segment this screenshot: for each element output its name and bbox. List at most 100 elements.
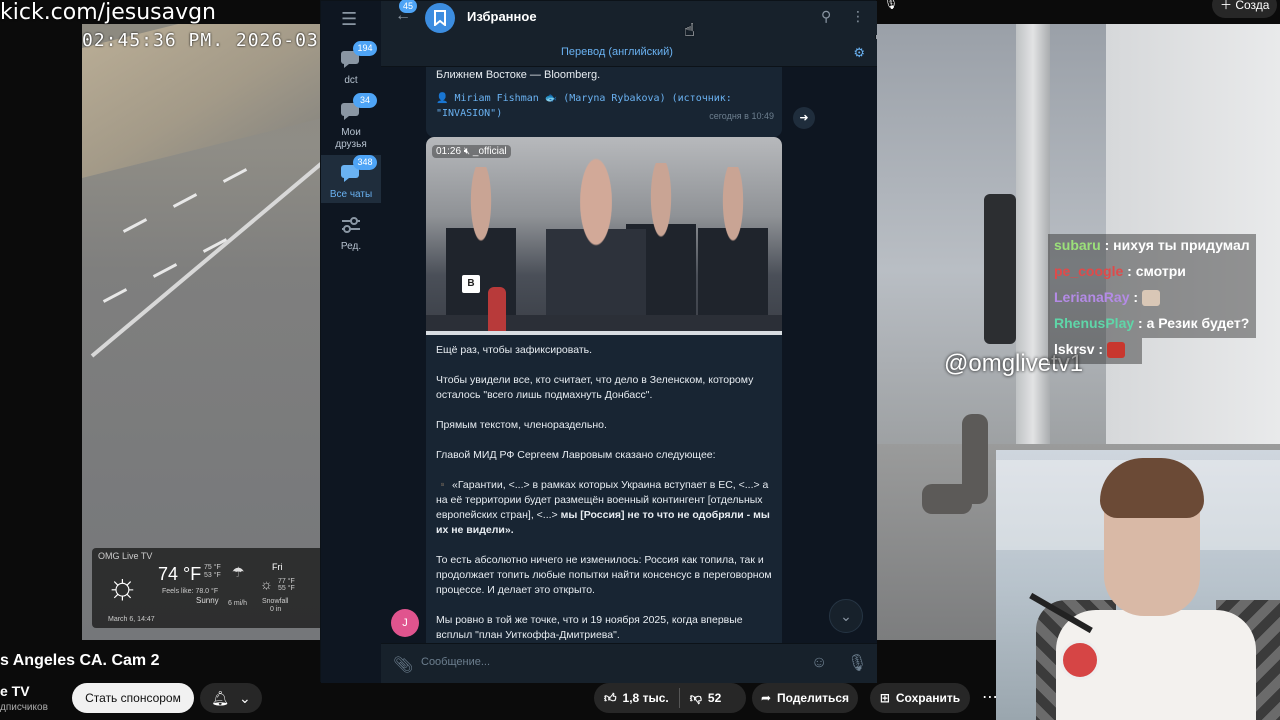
paperclip-icon[interactable]: 📎︎ bbox=[393, 655, 413, 675]
forecast-hi: 77 °F bbox=[278, 578, 295, 585]
screen: 02:45:36 PM. 2026-03-0 OMG Live TV ☼ 74 … bbox=[0, 0, 1280, 720]
sponsor-button[interactable]: Стать спонсором bbox=[72, 683, 194, 713]
video-attachment[interactable]: B 01:26 🔇︎ _official bbox=[426, 137, 782, 335]
menu-icon[interactable]: ☰ bbox=[341, 9, 357, 30]
message-paragraph: Мы ровно в той же точке, что и 19 ноября… bbox=[436, 614, 743, 641]
folder-sidebar: ☰ 194 dct 34 Мои друзья 348 Все чаты Ред… bbox=[321, 1, 381, 683]
video-progress-bar[interactable] bbox=[426, 331, 782, 335]
thumbs-down-icon: 👎︎ bbox=[689, 690, 702, 705]
message-input[interactable]: Сообщение... bbox=[421, 656, 490, 668]
video-speaker bbox=[546, 157, 646, 335]
folder-dct[interactable]: 194 dct bbox=[321, 41, 381, 91]
like-button[interactable]: 👍︎ 1,8 тыс. bbox=[594, 683, 679, 713]
chat-bubble-icon: 348 bbox=[339, 155, 377, 183]
dislike-count: 52 bbox=[707, 691, 722, 705]
sender-avatar[interactable]: J bbox=[391, 609, 419, 637]
message-text: Ближнем Востоке — Bloomberg. bbox=[436, 69, 601, 81]
chat-bubble-icon: 194 bbox=[339, 41, 377, 69]
weather-lo: 53 °F bbox=[204, 572, 221, 579]
pedestrian-sitting bbox=[922, 484, 972, 514]
chat-text: а Резик будет? bbox=[1146, 315, 1250, 331]
forecast-cond: Snowfall bbox=[262, 598, 289, 605]
share-label: Поделиться bbox=[777, 691, 850, 705]
weather-temp: 74 °F bbox=[158, 564, 202, 584]
traffic-signal bbox=[984, 194, 1016, 344]
channel-logo-icon: B bbox=[462, 275, 480, 293]
sliders-icon bbox=[339, 215, 363, 235]
chat-nick: LerianaRay bbox=[1054, 289, 1130, 305]
dislike-button[interactable]: 👎︎ 52 bbox=[680, 683, 732, 713]
video-title: s Angeles CA. Cam 2 bbox=[0, 652, 160, 669]
folder-badge: 34 bbox=[353, 93, 377, 108]
chat-title[interactable]: Избранное bbox=[467, 9, 537, 24]
message-text: Ещё раз, чтобы зафиксировать. Чтобы увид… bbox=[436, 343, 776, 643]
forecast-amt: 0 in bbox=[270, 606, 282, 613]
notification-button[interactable]: 🔔︎ ⌄ bbox=[200, 683, 262, 713]
folder-edit[interactable]: Ред. bbox=[321, 213, 381, 253]
chat-bubble-icon: 34 bbox=[339, 93, 377, 121]
message-composer: 📎︎ Сообщение... ☺ 🎙︎ bbox=[381, 643, 877, 683]
video-duration: 01:26 🔇︎ _official bbox=[432, 145, 511, 158]
save-label: Сохранить bbox=[895, 691, 961, 705]
chat-nick: lskrsv bbox=[1054, 341, 1095, 357]
sun-small-icon: ☼ bbox=[260, 576, 273, 592]
message-paragraph: Чтобы увидели все, кто считает, что дело… bbox=[436, 374, 754, 401]
microphone-icon[interactable]: 🎙︎ bbox=[847, 653, 867, 673]
bookmark-icon bbox=[434, 10, 446, 26]
chat-message: LerianaRay : bbox=[1048, 286, 1256, 312]
folder-badge: 348 bbox=[353, 155, 377, 170]
mouse-cursor-icon: ☝ bbox=[684, 20, 695, 40]
translate-label[interactable]: Перевод (английский) bbox=[561, 46, 673, 58]
weather-widget: OMG Live TV ☼ 74 °F 75 °F 53 °F Feels li… bbox=[92, 548, 324, 628]
share-icon: ➦ bbox=[760, 691, 772, 705]
message-list[interactable]: Ближнем Востоке — Bloomberg. 👤 Miriam Fi… bbox=[381, 67, 877, 643]
chat-text: нихуя ты придумал bbox=[1113, 237, 1250, 253]
message-paragraph: То есть абсолютно ничего не изменилось: … bbox=[436, 554, 772, 596]
chat-nick: subaru bbox=[1054, 237, 1101, 253]
scroll-down-button[interactable]: ⌄ bbox=[829, 599, 863, 633]
like-count: 1,8 тыс. bbox=[622, 691, 669, 705]
channel-name[interactable]: e TV bbox=[0, 683, 30, 699]
camera-timestamp: 02:45:36 PM. 2026-03-0 bbox=[82, 30, 343, 51]
folder-badge: 194 bbox=[353, 41, 377, 56]
translate-settings-icon[interactable]: ⚙ bbox=[853, 45, 865, 61]
thumbs-up-icon: 👍︎ bbox=[604, 690, 617, 705]
weather-wind: 6 mi/h bbox=[228, 600, 248, 607]
message-time: сегодня в 10:49 bbox=[709, 111, 774, 121]
emote-icon bbox=[1106, 342, 1125, 359]
message-bubble: B 01:26 🔇︎ _official Ещё раз, чтобы зафи… bbox=[426, 137, 782, 643]
create-button[interactable]: ＋ Созда bbox=[1212, 0, 1278, 18]
saved-messages-avatar[interactable] bbox=[425, 3, 455, 33]
emote-icon bbox=[1141, 290, 1160, 307]
streamer-webcam bbox=[996, 450, 1280, 720]
chat-message: pe_coogle : смотри bbox=[1048, 260, 1256, 286]
forecast-lo: 55 °F bbox=[278, 585, 295, 592]
folder-all-chats[interactable]: 348 Все чаты bbox=[321, 155, 381, 203]
chat-header: ← 45 Избранное ⚲ ⋮ bbox=[381, 0, 877, 35]
weather-feels: Feels like: 78.0 °F bbox=[162, 588, 219, 595]
weather-date: March 6, 14:47 bbox=[108, 616, 155, 623]
kebab-menu-icon[interactable]: ⋮ bbox=[851, 8, 865, 25]
folder-my-friends[interactable]: 34 Мои друзья bbox=[321, 93, 381, 151]
save-button[interactable]: ⊞ Сохранить bbox=[870, 683, 970, 713]
water-bottle bbox=[488, 287, 506, 333]
forward-icon[interactable]: ➜ bbox=[793, 107, 815, 129]
emoji-icon[interactable]: ☺ bbox=[811, 654, 827, 672]
weather-hi: 75 °F bbox=[204, 564, 221, 571]
lane-marking bbox=[222, 168, 248, 183]
translate-bar[interactable]: Перевод (английский) ⚙ bbox=[381, 39, 877, 67]
voice-search-icon[interactable]: 🎙︎ bbox=[880, 0, 902, 14]
folder-label: dct bbox=[344, 75, 358, 86]
streamer-hair bbox=[1100, 458, 1204, 518]
chat-nick: RhenusPlay bbox=[1054, 315, 1135, 331]
message-paragraph: Главой МИД РФ Сергеем Лавровым сказано с… bbox=[436, 449, 716, 461]
folder-label: Все чаты bbox=[329, 189, 373, 200]
forecast-day: Fri bbox=[272, 562, 283, 572]
share-button[interactable]: ➦ Поделиться bbox=[752, 683, 858, 713]
search-icon[interactable]: ⚲ bbox=[821, 8, 831, 25]
chevron-down-icon: ⌄ bbox=[239, 689, 251, 706]
message-bubble: Ближнем Востоке — Bloomberg. 👤 Miriam Fi… bbox=[426, 67, 782, 137]
folder-label: Мои друзья bbox=[335, 127, 367, 150]
unread-badge: 45 bbox=[399, 0, 418, 13]
weather-brand: OMG Live TV bbox=[98, 551, 153, 561]
